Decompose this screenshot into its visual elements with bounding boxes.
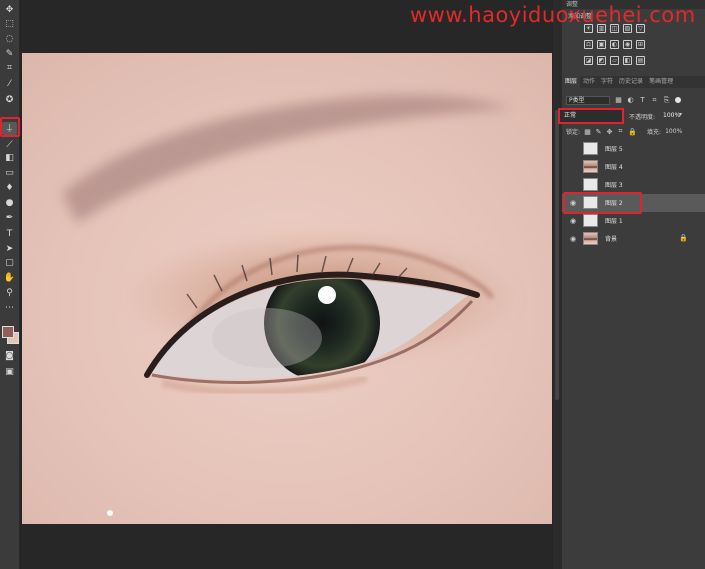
lock-label: 锁定: <box>566 129 581 136</box>
move-icon[interactable]: ✥ <box>2 4 17 17</box>
lasso-icon[interactable]: ◌ <box>2 33 17 46</box>
layer-kind-filter[interactable]: P类型 <box>566 95 610 105</box>
filter-type-icon[interactable]: ◐ <box>627 96 634 104</box>
scrollbar-thumb[interactable] <box>555 110 559 400</box>
type-icon[interactable]: T <box>2 228 17 241</box>
zoom-icon[interactable]: ⚲ <box>2 287 17 300</box>
filter-type-icon[interactable]: ⌗ <box>651 96 658 105</box>
adjustment-icon[interactable]: ◧ <box>623 56 632 65</box>
layer-filter-row: P类型 ▦ ◐ T ⌗ ⎘ <box>566 95 702 105</box>
filter-type-icon[interactable]: ▦ <box>615 96 622 104</box>
patch-icon[interactable]: ✪ <box>2 94 17 107</box>
tab-0[interactable]: 图层 <box>562 76 581 88</box>
adjustment-icon[interactable]: ◐ <box>610 40 619 49</box>
lock-icon: 🔒 <box>679 234 688 242</box>
layer-name: 背景 <box>605 236 618 243</box>
layer-thumbnail <box>583 178 598 191</box>
marquee-icon[interactable]: ⬚ <box>2 18 17 31</box>
magic-wand-icon[interactable]: ✎ <box>2 48 17 61</box>
document-canvas-area[interactable] <box>22 0 552 569</box>
gradient-icon[interactable]: ▭ <box>2 167 17 180</box>
more-icon[interactable]: ⋯ <box>2 302 17 315</box>
dodge-icon[interactable]: ● <box>2 197 17 210</box>
layer-name: 图层 3 <box>605 182 623 189</box>
layer-thumbnail <box>583 142 598 155</box>
layer-name: 图层 4 <box>605 164 623 171</box>
layer-row[interactable]: 图层 4 <box>562 158 705 176</box>
pen-icon[interactable]: ✒ <box>2 212 17 225</box>
selected-layer-highlight <box>563 192 642 214</box>
tab-3[interactable]: 历史记录 <box>616 76 646 88</box>
layer-thumbnail <box>583 214 598 227</box>
visibility-eye-icon[interactable]: ◉ <box>569 217 577 225</box>
crop-icon[interactable]: ⌗ <box>2 62 17 75</box>
tab-1[interactable]: 动作 <box>580 76 598 88</box>
adjustment-icon[interactable]: ◪ <box>584 56 593 65</box>
lock-option-icon[interactable]: 🔒 <box>628 128 637 136</box>
tab-2[interactable]: 字符 <box>598 76 616 88</box>
layer-name: 图层 5 <box>605 146 623 153</box>
blend-mode-select[interactable]: 正常 <box>558 108 624 124</box>
adjustment-icon[interactable]: ◉ <box>623 40 632 49</box>
eyedropper-icon[interactable]: ⁄ <box>2 78 17 91</box>
opacity-dropdown-icon[interactable]: ▾ <box>679 111 682 118</box>
layer-row[interactable]: 图层 5 <box>562 140 705 158</box>
active-tool-highlight <box>0 117 20 137</box>
adjustment-icon[interactable]: ⚖ <box>584 40 593 49</box>
layers-panel-tabs: 图层 动作 字符 历史记录 笔画管理 <box>562 76 705 88</box>
path-select-icon[interactable]: ➤ <box>2 243 17 256</box>
watermark-text: www.haoyiduoxuehei.com <box>410 3 696 27</box>
filter-type-icon[interactable]: T <box>639 96 646 104</box>
screen-mode-icon[interactable]: ▣ <box>2 366 17 379</box>
layer-row[interactable]: ◉ 背景 🔒 <box>562 230 705 248</box>
lock-option-icon[interactable]: ⌗ <box>617 127 624 136</box>
lock-option-icon[interactable]: ✎ <box>595 128 602 136</box>
fill-label: 填充: <box>647 129 662 136</box>
right-panels: 调整 添加调整 ☀ ▥ ◫ ▨ ▽ ⚖ ▣ ◐ ◉ ⊞ ◪ ◩ ▱ ◧ ▤ 图层 动作 字符 历史记录 笔画管理… <box>558 0 705 569</box>
adjustments-row-3: ◪ ◩ ▱ ◧ ▤ <box>584 56 645 65</box>
eraser-icon[interactable]: ◧ <box>2 152 17 165</box>
layer-row[interactable]: ◉ 图层 1 <box>562 212 705 230</box>
history-brush-icon[interactable]: ⟋ <box>2 139 17 152</box>
fill-input[interactable]: 100% <box>665 128 682 135</box>
visibility-eye-icon[interactable]: ◉ <box>569 235 577 243</box>
eye-photo-illustration <box>22 53 552 524</box>
opacity-input[interactable]: 100% <box>663 112 680 119</box>
adjustment-icon[interactable]: ▱ <box>610 56 619 65</box>
adjustment-icon[interactable]: ⊞ <box>636 40 645 49</box>
tab-4[interactable]: 笔画管理 <box>646 76 676 88</box>
lock-option-icon[interactable]: ✥ <box>606 128 613 136</box>
adjustments-row-2: ⚖ ▣ ◐ ◉ ⊞ <box>584 40 645 49</box>
adjustment-icon[interactable]: ◩ <box>597 56 606 65</box>
blur-icon[interactable]: ♦ <box>2 182 17 195</box>
rectangle-icon[interactable]: ▢ <box>2 257 17 270</box>
hand-icon[interactable]: ✋ <box>2 272 17 285</box>
adjustment-icon[interactable]: ▣ <box>597 40 606 49</box>
lock-row: 锁定: ▦ ✎ ✥ ⌗ 🔒 填充: 100% <box>566 127 702 136</box>
foreground-color-swatch[interactable] <box>2 326 14 338</box>
adjustment-icon[interactable]: ▤ <box>636 56 645 65</box>
layer-thumbnail <box>583 160 598 173</box>
eye-photo-canvas[interactable] <box>22 53 552 524</box>
layer-thumbnail <box>583 232 598 245</box>
layer-name: 图层 1 <box>605 218 623 225</box>
lock-option-icon[interactable]: ▦ <box>584 128 591 136</box>
tools-panel: ✥ ⬚ ◌ ✎ ⌗ ⁄ ✪ ⍊ ⟋ ◧ ▭ ♦ ● ✒ T ➤ ▢ ✋ ⚲ ⋯ ◙ ▣ <box>0 0 20 569</box>
filter-toggle-icon[interactable] <box>675 97 681 103</box>
opacity-label: 不透明度: <box>629 114 656 121</box>
quick-mask-icon[interactable]: ◙ <box>2 350 17 363</box>
filter-type-icon[interactable]: ⎘ <box>663 96 670 105</box>
